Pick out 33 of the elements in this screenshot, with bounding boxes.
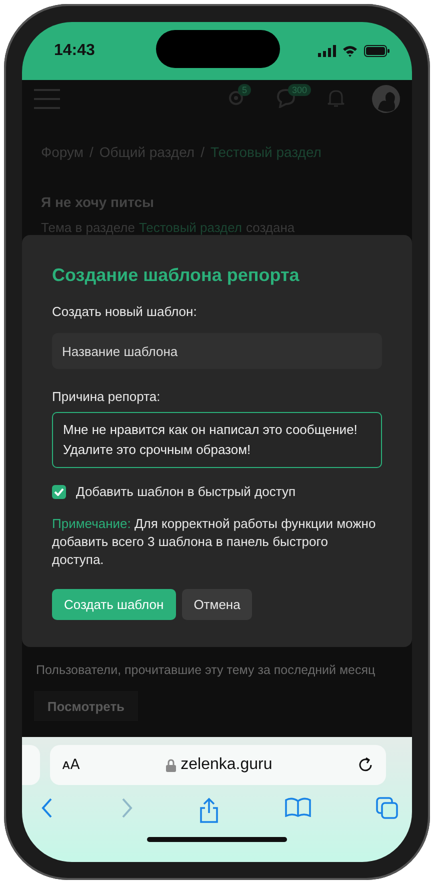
forward-icon[interactable] [120, 797, 134, 819]
view-button[interactable]: Посмотреть [34, 691, 138, 721]
note-text: Примечание: Для корректной работы функции можно добавить всего 3 шаблона в панель быстрого доступа. [52, 515, 377, 569]
address-bar[interactable]: ᴀA zelenka.guru [50, 745, 386, 785]
reload-icon[interactable] [358, 757, 374, 773]
share-icon[interactable] [199, 797, 219, 823]
status-time: 14:43 [54, 42, 95, 60]
create-button[interactable]: Создать шаблон [52, 589, 176, 620]
wifi-icon [342, 45, 358, 57]
field-label: Создать новый шаблон: [52, 304, 198, 319]
field-label: Причина репорта: [52, 389, 162, 404]
back-icon[interactable] [40, 797, 54, 819]
text-size-button[interactable]: ᴀA [62, 757, 80, 773]
readers-text: Пользователи, прочитавшие эту тему за последний месяц [35, 662, 376, 677]
checkbox[interactable] [52, 484, 66, 498]
lock-icon [166, 758, 176, 772]
cancel-button[interactable]: Отмена [182, 589, 252, 620]
battery-icon [364, 45, 390, 57]
breadcrumb-separator: / [90, 144, 94, 160]
menu-icon[interactable] [34, 88, 60, 110]
url-text: zelenka.guru [180, 756, 272, 774]
checkbox-label: Добавить шаблон в быстрый доступ [76, 484, 296, 499]
breadcrumb-separator: / [200, 144, 204, 160]
bell-icon[interactable] [326, 88, 346, 108]
modal-title: Создание шаблона репорта [52, 265, 300, 286]
template-name-field[interactable]: Название шаблона [52, 333, 382, 369]
signal-icon [318, 45, 336, 57]
book-icon[interactable] [284, 797, 310, 817]
gear-icon[interactable] [226, 88, 246, 108]
tabs-icon[interactable] [376, 797, 398, 819]
tab-preview[interactable] [22, 745, 40, 785]
avatar[interactable] [372, 85, 400, 113]
reason-field[interactable]: Мне не нравится как он написал это сообщение! Удалите это срочным образом! [52, 412, 382, 468]
